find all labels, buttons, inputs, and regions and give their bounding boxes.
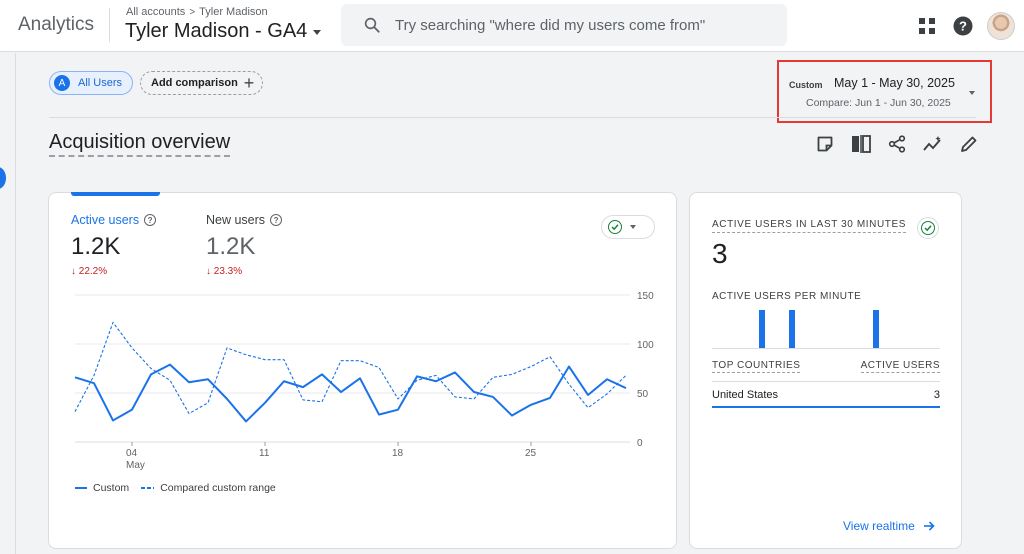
x-tick-label: 04	[126, 448, 138, 459]
per-minute-label: ACTIVE USERS PER MINUTE	[712, 291, 862, 302]
x-tick-label: 25	[525, 448, 537, 459]
view-realtime-link[interactable]: View realtime	[843, 519, 935, 533]
chevron-down-icon	[313, 30, 322, 35]
plus-icon: +	[243, 73, 255, 93]
add-comparison-label: Add comparison	[151, 77, 238, 89]
app-name[interactable]: Analytics	[18, 14, 94, 36]
check-icon	[921, 221, 935, 235]
divider	[49, 117, 976, 118]
breadcrumb-root[interactable]: All accounts	[126, 6, 185, 18]
column-header-users[interactable]: ACTIVE USERS	[860, 360, 940, 373]
legend-label-compare: Compared custom range	[160, 482, 276, 494]
column-header-country[interactable]: TOP COUNTRIES	[712, 360, 801, 373]
view-realtime-label: View realtime	[843, 519, 915, 533]
legend-label-custom: Custom	[93, 482, 130, 494]
insights-icon[interactable]	[921, 132, 945, 156]
avatar[interactable]	[987, 12, 1015, 40]
header-divider	[109, 8, 110, 42]
realtime-value: 3	[712, 238, 728, 269]
check-circle-icon[interactable]	[917, 217, 939, 239]
note-icon[interactable]	[813, 132, 837, 156]
date-range-main: May 1 - May 30, 2025	[834, 76, 955, 90]
realtime-card: ACTIVE USERS IN LAST 30 MINUTES 3 ACTIVE…	[689, 192, 962, 549]
property-selector[interactable]: Tyler Madison - GA4	[125, 20, 322, 43]
search-icon	[364, 17, 380, 33]
x-tick-label: 18	[392, 448, 404, 459]
add-comparison-button[interactable]: Add comparison +	[140, 71, 264, 95]
country-users: 3	[933, 389, 940, 401]
users-overview-card: Active users ? 1.2K ↓ 22.2% New users ? …	[48, 192, 677, 549]
divider	[712, 381, 940, 382]
left-nav-rail	[0, 53, 16, 554]
svg-text:?: ?	[959, 19, 967, 34]
row-share-bar	[712, 406, 940, 408]
per-minute-bar	[789, 310, 795, 348]
report-toolbar	[813, 132, 981, 156]
chart-legend: Custom Compared custom range	[75, 482, 276, 494]
x-tick-sublabel: May	[126, 460, 145, 471]
segment-badge: A	[54, 75, 70, 91]
realtime-table-header: TOP COUNTRIES ACTIVE USERS	[712, 360, 940, 373]
edit-pencil-icon[interactable]	[957, 132, 981, 156]
breadcrumb-separator: >	[189, 6, 196, 18]
table-row: United States 3	[712, 389, 940, 401]
nav-indicator[interactable]	[0, 167, 6, 189]
arrow-right-icon	[923, 521, 935, 531]
breadcrumb-account[interactable]: Tyler Madison	[199, 6, 267, 18]
page-title[interactable]: Acquisition overview	[49, 131, 231, 157]
realtime-title[interactable]: ACTIVE USERS IN LAST 30 MINUTES	[712, 219, 907, 233]
y-tick-label: 100	[637, 340, 654, 351]
legend-swatch-solid	[75, 487, 87, 489]
top-bar: Analytics All accounts > Tyler Madison T…	[0, 0, 1024, 52]
per-minute-bar-chart	[712, 305, 940, 349]
y-tick-label: 150	[637, 291, 654, 302]
search-bar[interactable]	[341, 4, 787, 46]
date-range-compare: Compare: Jun 1 - Jun 30, 2025	[806, 97, 951, 109]
property-name: Tyler Madison - GA4	[125, 20, 308, 42]
users-line-chart: 0 50 100 150 04May 11 18 25	[74, 291, 654, 471]
per-minute-bar	[872, 310, 879, 348]
segment-label: All Users	[78, 77, 123, 89]
y-tick-label: 50	[637, 389, 649, 400]
header-actions: ?	[909, 8, 1024, 44]
per-minute-bar	[758, 310, 765, 348]
x-tick-label: 11	[259, 448, 270, 459]
compare-columns-icon[interactable]	[849, 132, 873, 156]
search-input[interactable]	[395, 16, 775, 34]
y-tick-label: 0	[637, 438, 643, 449]
date-range-tag: Custom	[786, 78, 826, 92]
chevron-down-icon	[969, 91, 975, 95]
apps-grid-icon[interactable]	[909, 8, 945, 44]
help-icon[interactable]: ?	[945, 8, 981, 44]
legend-swatch-dashed	[141, 487, 155, 489]
date-range-picker[interactable]: Custom May 1 - May 30, 2025 Compare: Jun…	[777, 60, 992, 123]
country-name: United States	[712, 389, 779, 401]
segment-chip-all-users[interactable]: A All Users	[49, 71, 134, 95]
breadcrumb[interactable]: All accounts > Tyler Madison	[126, 6, 268, 18]
share-icon[interactable]	[885, 132, 909, 156]
